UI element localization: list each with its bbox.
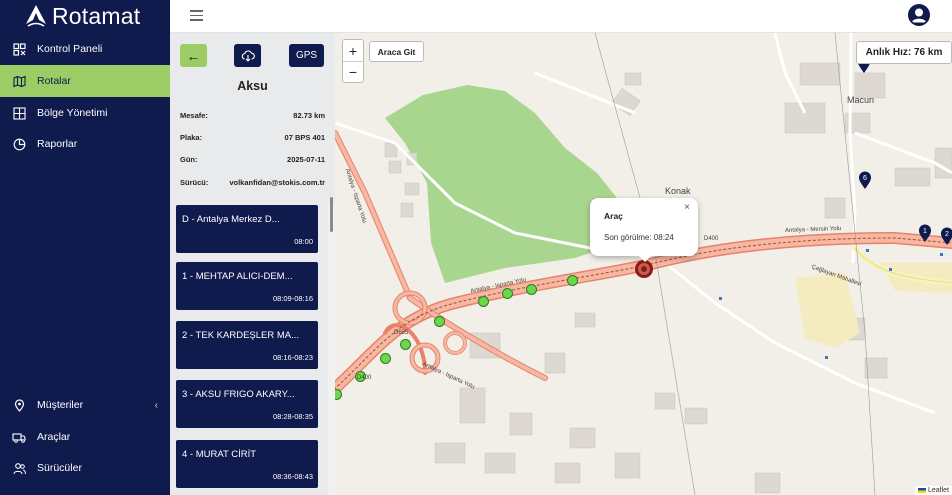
marker-label: 2 xyxy=(945,231,949,238)
stop-card[interactable]: 3 - AKSU FRIGO AKARY... 08:28-08:35 xyxy=(176,380,318,428)
info-distance: Mesafe: 82.73 km xyxy=(180,111,325,120)
zoom-in-button[interactable]: + xyxy=(343,40,363,61)
sidebar-item-label: Rotalar xyxy=(37,75,71,87)
sidebar-item-label: Raporlar xyxy=(37,138,78,150)
download-button[interactable] xyxy=(234,44,261,67)
popup-tip xyxy=(638,255,652,262)
marker-label: 6 xyxy=(863,175,867,182)
info-driver: Sürücü: volkanfidan@stokis.com.tr xyxy=(180,178,325,187)
sidebar-item-araclar[interactable]: Araçlar xyxy=(0,421,170,453)
gps-button[interactable]: GPS xyxy=(289,44,324,67)
attribution-link[interactable]: Leaflet xyxy=(928,487,949,494)
stop-dot[interactable] xyxy=(400,339,411,350)
stop-time: 08:00 xyxy=(294,237,313,246)
info-value: volkanfidan@stokis.com.tr xyxy=(229,178,325,187)
report-icon xyxy=(12,137,26,151)
stop-card[interactable]: D - Antalya Merkez D... 08:00 xyxy=(176,205,318,253)
route-panel: ← GPS Aksu Mesafe: 82.73 km Plaka: 07 BP… xyxy=(170,33,335,495)
info-value: 2025-07-11 xyxy=(287,155,325,164)
route-marker[interactable]: 2 xyxy=(940,227,952,246)
info-plate: Plaka: 07 BPS 401 xyxy=(180,133,325,142)
sidebar-item-label: Sürücüler xyxy=(37,462,82,474)
stop-time: 08:16-08:23 xyxy=(272,353,313,362)
stop-dot[interactable] xyxy=(502,288,513,299)
stop-name: 1 - MEHTAP ALICI-DEM... xyxy=(182,271,293,282)
stop-name: 4 - MURAT CİRİT xyxy=(182,449,257,460)
stop-dot[interactable] xyxy=(567,275,578,286)
info-value: 07 BPS 401 xyxy=(284,133,325,142)
app-root: Rotamat Kontrol Paneli Rotalar Bölge Yön… xyxy=(0,0,952,495)
info-label: Sürücü: xyxy=(180,178,209,187)
stop-card[interactable]: 2 - TEK KARDEŞLER MA... 08:16-08:23 xyxy=(176,321,318,369)
route-title: Aksu xyxy=(237,79,268,93)
sidebar-item-label: Müşteriler xyxy=(37,399,84,411)
sidebar-item-rotalar[interactable]: Rotalar xyxy=(0,65,170,97)
route-marker[interactable]: 6 xyxy=(858,171,872,190)
stop-card[interactable]: 4 - MURAT CİRİT 08:36-08:43 xyxy=(176,440,318,488)
stop-name: 2 - TEK KARDEŞLER MA... xyxy=(182,330,300,341)
map-attribution[interactable]: Leaflet xyxy=(914,486,952,495)
stop-time: 08:09-08:16 xyxy=(272,294,313,303)
sidebar-item-bolge-yonetimi[interactable]: Bölge Yönetimi xyxy=(0,97,170,129)
zoom-out-button[interactable]: − xyxy=(343,61,363,82)
info-label: Gün: xyxy=(180,155,198,164)
info-label: Plaka: xyxy=(180,133,203,142)
stop-time: 08:28-08:35 xyxy=(272,412,313,421)
sidebar-item-raporlar[interactable]: Raporlar xyxy=(0,128,170,160)
brand-logo[interactable]: Rotamat xyxy=(24,2,140,30)
close-icon[interactable]: × xyxy=(684,202,690,213)
users-icon xyxy=(12,461,26,475)
route-marker[interactable]: 1 xyxy=(918,224,932,243)
sidebar-item-suruculer[interactable]: Sürücüler xyxy=(0,452,170,484)
map-icon xyxy=(12,74,26,88)
user-avatar[interactable] xyxy=(908,4,930,26)
marker-label: 1 xyxy=(923,228,927,235)
popup-title: Araç xyxy=(604,211,623,221)
vehicle-popup: Araç Son görülme: 08:24 × xyxy=(590,198,698,256)
map-label-macun: Macun xyxy=(847,95,875,105)
stop-dot[interactable] xyxy=(380,353,391,364)
sidebar-item-kontrol-paneli[interactable]: Kontrol Paneli xyxy=(0,33,170,65)
speed-indicator: Anlık Hız: 76 km xyxy=(856,41,952,64)
road-label-d400-left: D400 xyxy=(357,375,372,381)
stop-time: 08:36-08:43 xyxy=(272,472,313,481)
brand-name: Rotamat xyxy=(52,2,141,29)
stops-list: D - Antalya Merkez D... 08:00 1 - MEHTAP… xyxy=(170,203,335,495)
zoom-control: + − xyxy=(342,39,364,83)
stop-name: 3 - AKSU FRIGO AKARY... xyxy=(182,389,295,400)
stop-card[interactable]: 1 - MEHTAP ALICI-DEM... 08:09-08:16 xyxy=(176,262,318,310)
region-icon xyxy=(12,106,26,120)
chevron-left-icon: ‹ xyxy=(154,399,158,411)
info-label: Mesafe: xyxy=(180,111,208,120)
stop-dot[interactable] xyxy=(478,296,489,307)
back-button[interactable]: ← xyxy=(180,44,207,67)
sidebar-item-label: Kontrol Paneli xyxy=(37,43,103,55)
sidebar: Rotamat Kontrol Paneli Rotalar Bölge Yön… xyxy=(0,0,170,495)
stop-name: D - Antalya Merkez D... xyxy=(182,214,280,225)
flag-icon xyxy=(917,488,926,493)
info-day: Gün: 2025-07-11 xyxy=(180,155,325,164)
location-pin-icon xyxy=(12,398,26,412)
go-to-vehicle-button[interactable]: Araca Git xyxy=(369,41,424,62)
cloud-download-icon xyxy=(241,49,255,62)
map-view[interactable]: Konak Macun D400 D685 Antalya - Mersin Y… xyxy=(335,33,952,495)
sidebar-item-musteriler[interactable]: Müşteriler ‹ xyxy=(0,389,170,421)
top-bar xyxy=(170,0,952,33)
dashboard-icon xyxy=(12,42,26,56)
sidebar-item-label: Araçlar xyxy=(37,431,71,443)
logo-icon xyxy=(26,5,46,27)
truck-icon xyxy=(12,430,26,444)
info-value: 82.73 km xyxy=(293,111,325,120)
road-label-d400: D400 xyxy=(704,236,719,242)
sidebar-item-label: Bölge Yönetimi xyxy=(37,107,108,119)
road-label-d685: D685 xyxy=(394,330,409,336)
hamburger-menu-icon[interactable] xyxy=(190,10,203,21)
map-label-konak: Konak xyxy=(665,186,691,196)
popup-last-seen: Son görülme: 08:24 xyxy=(604,233,674,242)
stop-dot[interactable] xyxy=(526,284,537,295)
stop-dot[interactable] xyxy=(434,316,445,327)
